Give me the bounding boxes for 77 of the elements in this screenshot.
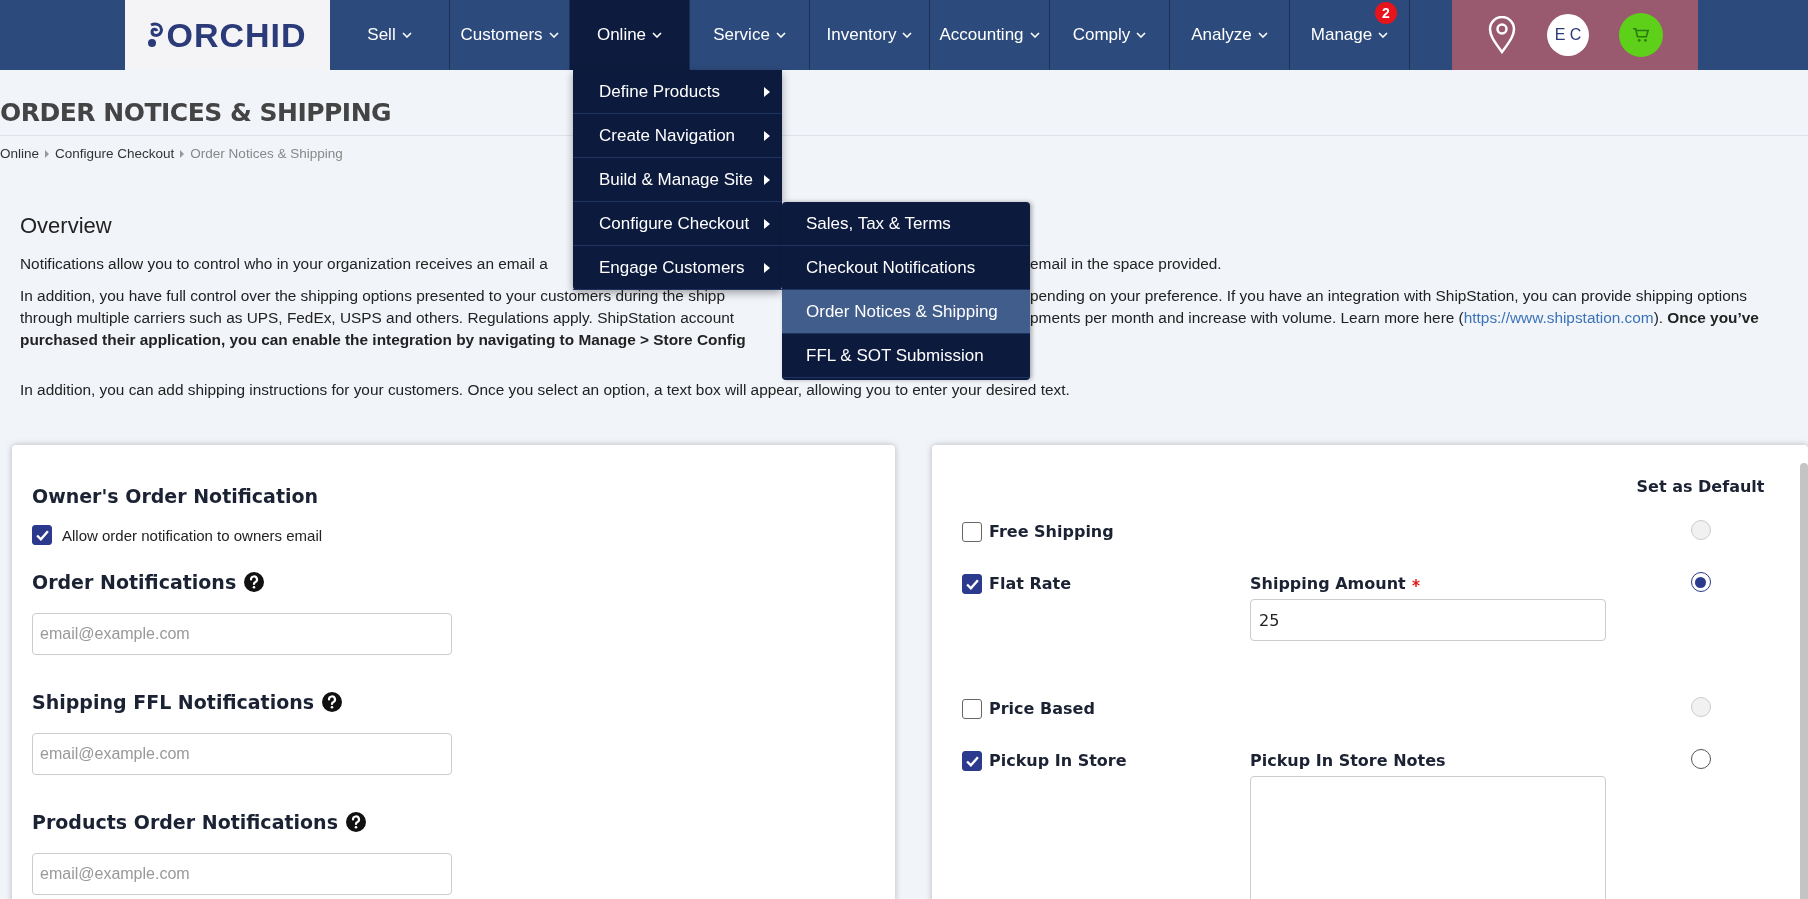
breadcrumb-link[interactable]: Configure Checkout — [55, 146, 175, 161]
help-icon[interactable] — [345, 812, 366, 832]
menu-item[interactable]: Build & Manage Site — [573, 158, 782, 202]
menu-item[interactable]: Order Notices & Shipping — [782, 290, 1030, 334]
chevron-down-icon — [1136, 32, 1147, 38]
field-label: Shipping FFL Notifications — [32, 691, 315, 713]
notes-field[interactable] — [1250, 776, 1606, 899]
user-avatar[interactable]: E C — [1547, 14, 1589, 56]
field-label: Order Notifications — [32, 571, 237, 593]
cart-icon — [1632, 27, 1650, 43]
checkmark-icon — [965, 755, 979, 767]
nav-item[interactable]: Comply — [1050, 0, 1170, 70]
checkbox[interactable] — [962, 574, 982, 594]
nav-item[interactable]: Analyze — [1170, 0, 1290, 70]
scrollbar-thumb[interactable] — [1800, 463, 1808, 899]
checkbox-label: Free Shipping — [989, 522, 1114, 542]
menu-item[interactable]: Define Products — [573, 70, 782, 114]
checkbox[interactable] — [962, 751, 982, 771]
chevron-down-icon — [902, 32, 913, 38]
paragraph-text: Notifications allow you to control who in your organization receives an email a — [20, 254, 548, 274]
field-label: Shipping Amount — [1250, 574, 1406, 593]
chevron-down-icon — [548, 32, 559, 38]
checkbox-label: Allow order notification to owners email — [62, 526, 323, 544]
menu-item[interactable]: Create Navigation — [573, 114, 782, 158]
logo-text: ORCHID — [166, 15, 307, 55]
checkmark-icon — [965, 578, 979, 590]
checkbox[interactable] — [32, 525, 52, 545]
checkbox-label: Flat Rate — [989, 574, 1072, 594]
breadcrumb-separator-icon — [45, 149, 50, 158]
radio-button[interactable] — [1690, 572, 1711, 592]
caret-right-icon — [764, 130, 770, 141]
chevron-down-icon — [1257, 32, 1268, 38]
checkmark-icon — [35, 529, 49, 541]
radio-button[interactable] — [1690, 749, 1711, 769]
paragraph-text: purchased their application, you can enable the integration by navigating to Manage > Store Config — [20, 330, 746, 350]
paragraph-text: pments per month and increase with volume. Learn more here (https://www.shipstation.com). Once you’ve — [1030, 308, 1759, 328]
paragraph-text: through multiple carriers such as UPS, FedEx, USPS and others. Regulations apply. ShipStation account — [20, 308, 735, 328]
email-field[interactable]: email@example.com — [32, 613, 452, 655]
card-title: Owner's Order Notification — [32, 485, 320, 507]
flower-icon — [148, 21, 165, 49]
paragraph-text: In addition, you can add shipping instructions for your customers. Once you select an option, a text box will appear, allowing you to enter your desired text. — [20, 380, 1070, 400]
nav-item[interactable]: Sell — [330, 0, 450, 70]
cart-button[interactable] — [1619, 13, 1663, 57]
chevron-down-icon — [652, 32, 663, 38]
field-label: Products Order Notifications — [32, 811, 338, 833]
section-title: Overview — [20, 213, 112, 239]
email-field[interactable]: email@example.com — [32, 853, 452, 895]
caret-right-icon — [764, 218, 770, 229]
caret-right-icon — [764, 262, 770, 273]
nav-item[interactable]: Manage 2 — [1290, 0, 1410, 70]
nav-item[interactable]: Accounting — [930, 0, 1050, 70]
breadcrumb-link[interactable]: Online — [0, 146, 40, 161]
link[interactable]: https://www.shipstation.com — [1463, 309, 1654, 326]
checkbox-label: Pickup In Store — [989, 751, 1127, 771]
menu-item[interactable]: FFL & SOT Submission — [782, 334, 1030, 378]
nav-item[interactable]: Inventory — [810, 0, 930, 70]
menu-item[interactable]: Sales, Tax & Terms — [782, 202, 1030, 246]
nav-item[interactable]: Online — [570, 0, 690, 70]
field-label: Pickup In Store Notes — [1250, 751, 1446, 770]
chevron-down-icon — [1378, 32, 1389, 38]
checkbox-label: Price Based — [989, 699, 1095, 719]
column-header: Set as Default — [1635, 477, 1766, 496]
caret-right-icon — [764, 86, 770, 97]
paragraph-text: email in the space provided. — [1030, 254, 1222, 274]
chevron-down-icon — [1029, 32, 1040, 38]
logo[interactable]: ORCHID — [125, 0, 330, 70]
notification-badge: 2 — [1375, 2, 1397, 24]
help-icon[interactable] — [322, 692, 343, 712]
caret-right-icon — [764, 174, 770, 185]
location-pin-icon[interactable] — [1487, 16, 1517, 54]
chevron-down-icon — [775, 32, 786, 38]
breadcrumb-separator-icon — [180, 149, 185, 158]
email-field[interactable]: email@example.com — [32, 733, 452, 775]
amount-field[interactable]: 25 — [1250, 599, 1606, 641]
chevron-down-icon — [401, 32, 412, 38]
paragraph-text: pending on your preference. If you have an integration with ShipStation, you can provide shipping options — [1030, 286, 1747, 306]
help-icon[interactable] — [244, 572, 265, 592]
